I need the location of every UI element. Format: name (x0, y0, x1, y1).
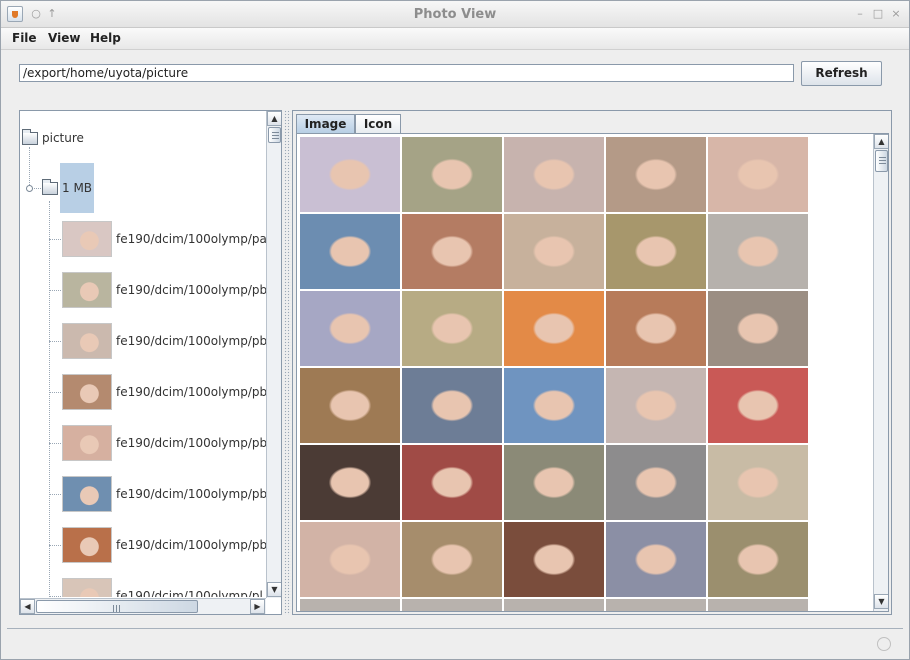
photo-thumbnail[interactable] (300, 522, 400, 597)
menu-view[interactable]: View (48, 31, 80, 45)
photo-thumbnail[interactable] (504, 522, 604, 597)
tree-file-item[interactable]: fe190/dcim/100olymp/pl (116, 589, 263, 597)
window-title: Photo View (413, 7, 497, 22)
scroll-thumb[interactable] (875, 150, 888, 172)
tree-connector (49, 201, 50, 597)
tree-connector (49, 392, 61, 393)
photo-thumbnail[interactable] (606, 368, 706, 443)
tree-file-thumbnail (62, 221, 112, 257)
tree-file-thumbnail (62, 374, 112, 410)
photo-thumbnail[interactable] (504, 599, 604, 611)
scroll-down-arrow-icon[interactable]: ▼ (874, 594, 888, 609)
photo-thumbnail[interactable] (504, 368, 604, 443)
photo-thumbnail[interactable] (708, 445, 808, 520)
photo-thumbnail[interactable] (402, 445, 502, 520)
photo-thumbnail[interactable] (606, 137, 706, 212)
photo-thumbnail[interactable] (504, 291, 604, 366)
tabbed-pane: Image Icon ▲ ▼ (292, 110, 892, 615)
photo-thumbnail[interactable] (300, 368, 400, 443)
tree-file-thumbnail (62, 425, 112, 461)
minimize-icon[interactable]: – (853, 7, 867, 21)
menu-bar: File View Help (1, 28, 909, 50)
tree-connector (49, 494, 61, 495)
folder-icon (22, 129, 38, 145)
tree-file-thumbnail (62, 272, 112, 308)
photo-thumbnail[interactable] (504, 137, 604, 212)
file-tree-panel: picture 1 MB fe190/dcim/100olymp/pa fe190… (19, 110, 282, 615)
photo-thumbnail[interactable] (300, 214, 400, 289)
photo-thumbnail[interactable] (402, 522, 502, 597)
image-vertical-scrollbar[interactable]: ▲ ▼ (873, 134, 888, 611)
photo-thumbnail[interactable] (606, 522, 706, 597)
tree-file-item[interactable]: fe190/dcim/100olymp/pb (116, 538, 266, 552)
photo-thumbnail[interactable] (708, 291, 808, 366)
tree-connector (49, 596, 61, 597)
tree-root-picture[interactable]: picture (42, 131, 84, 145)
photo-thumbnail[interactable] (300, 599, 400, 611)
image-grid-pane: ▲ ▼ (296, 133, 889, 612)
tree-connector (29, 147, 30, 187)
tree-file-item[interactable]: fe190/dcim/100olymp/pb (116, 334, 266, 348)
photo-thumbnail[interactable] (402, 368, 502, 443)
tree-file-item[interactable]: fe190/dcim/100olymp/pb (116, 283, 266, 297)
tree-connector (49, 239, 61, 240)
tree-file-item[interactable]: fe190/dcim/100olymp/pb (116, 487, 266, 501)
photo-thumbnail[interactable] (402, 291, 502, 366)
scroll-down-arrow-icon[interactable]: ▼ (267, 582, 281, 597)
photo-thumbnail[interactable] (402, 214, 502, 289)
tree-file-thumbnail (62, 578, 112, 597)
scroll-up-arrow-icon[interactable]: ▲ (874, 134, 888, 149)
tree-node-1mb[interactable]: 1 MB (62, 181, 92, 195)
photo-thumbnail[interactable] (300, 445, 400, 520)
photo-thumbnail[interactable] (708, 214, 808, 289)
tree-file-thumbnail (62, 476, 112, 512)
photo-thumbnail[interactable] (402, 137, 502, 212)
tree-expand-handle-icon[interactable] (26, 185, 33, 192)
split-pane-divider[interactable] (284, 110, 291, 615)
scroll-right-arrow-icon[interactable]: ▶ (250, 599, 265, 614)
status-divider (7, 628, 903, 629)
folder-open-icon (42, 179, 58, 195)
scroll-thumb[interactable] (268, 127, 281, 143)
photo-thumbnail[interactable] (402, 599, 502, 611)
photo-thumbnail[interactable] (606, 599, 706, 611)
file-tree: picture 1 MB fe190/dcim/100olymp/pa fe190… (20, 111, 266, 597)
photo-thumbnail[interactable] (606, 214, 706, 289)
refresh-button[interactable]: Refresh (801, 61, 882, 86)
menu-help[interactable]: Help (90, 31, 121, 45)
title-bar: ○ ↑ Photo View – □ × (1, 1, 909, 28)
photo-thumbnail[interactable] (708, 368, 808, 443)
close-icon[interactable]: × (889, 7, 903, 21)
photo-thumbnail[interactable] (708, 522, 808, 597)
photo-thumbnail[interactable] (300, 137, 400, 212)
tree-connector (49, 443, 61, 444)
menu-file[interactable]: File (12, 31, 37, 45)
tree-connector (49, 290, 61, 291)
app-window: ○ ↑ Photo View – □ × File View Help /exp… (0, 0, 910, 660)
tree-file-item[interactable]: fe190/dcim/100olymp/pb (116, 385, 266, 399)
photo-thumbnail[interactable] (300, 291, 400, 366)
tree-file-item[interactable]: fe190/dcim/100olymp/pb (116, 436, 266, 450)
tree-horizontal-scrollbar[interactable]: ◀ ▶ (20, 598, 266, 614)
photo-thumbnail[interactable] (504, 214, 604, 289)
photo-thumbnail[interactable] (606, 445, 706, 520)
path-input[interactable]: /export/home/uyota/picture (19, 64, 794, 82)
photo-thumbnail[interactable] (504, 445, 604, 520)
tree-vertical-scrollbar[interactable]: ▲ ▼ (266, 111, 281, 598)
photo-thumbnail[interactable] (708, 599, 808, 611)
status-indicator-icon (877, 637, 891, 651)
tab-icon[interactable]: Icon (355, 114, 401, 133)
scroll-up-arrow-icon[interactable]: ▲ (267, 111, 281, 126)
tree-file-thumbnail (62, 323, 112, 359)
photo-thumbnail[interactable] (606, 291, 706, 366)
tree-connector (49, 545, 61, 546)
scroll-thumb[interactable] (36, 600, 198, 613)
tree-file-thumbnail (62, 527, 112, 563)
tree-file-item[interactable]: fe190/dcim/100olymp/pa (116, 232, 266, 246)
tab-image[interactable]: Image (296, 114, 355, 133)
tree-connector (49, 341, 61, 342)
scroll-left-arrow-icon[interactable]: ◀ (20, 599, 35, 614)
photo-thumbnail[interactable] (708, 137, 808, 212)
maximize-icon[interactable]: □ (871, 7, 885, 21)
